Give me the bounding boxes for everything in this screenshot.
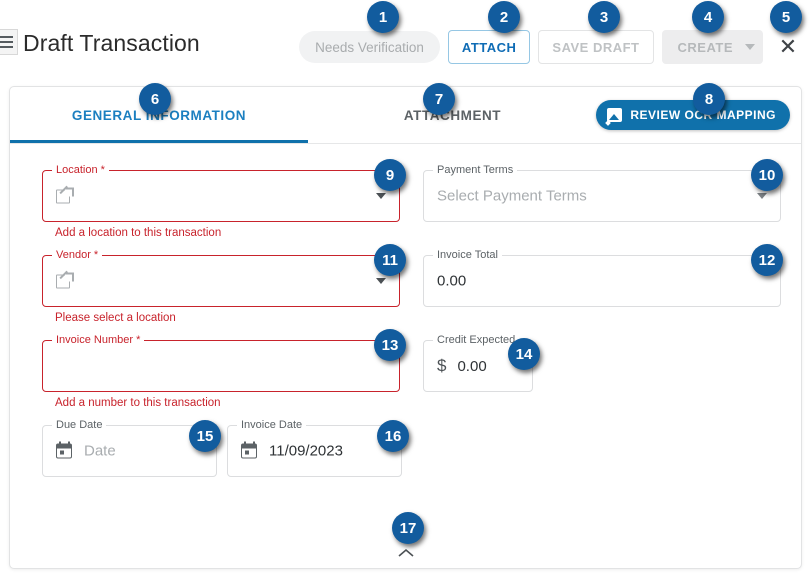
vendor-value (56, 270, 74, 290)
annotation-marker-12: 12 (751, 244, 783, 276)
invoice-date-input-box[interactable]: Invoice Date 11/09/2023 (227, 419, 402, 477)
annotation-marker-11: 11 (374, 244, 406, 276)
app-header: Draft Transaction Needs Verification ATT… (0, 0, 811, 82)
invoice-date-value-wrap: 11/09/2023 (241, 441, 343, 460)
vendor-label: Vendor * (52, 249, 103, 261)
status-badge: Needs Verification (299, 31, 440, 63)
annotation-marker-14: 14 (508, 338, 540, 370)
payment-terms-label: Payment Terms (433, 164, 518, 176)
annotation-marker-9: 9 (374, 159, 406, 191)
annotation-marker-17: 17 (392, 512, 424, 544)
annotation-marker-4: 4 (692, 1, 724, 33)
invoice-total-value: 0.00 (437, 272, 467, 290)
currency-symbol: $ (437, 356, 447, 375)
vendor-helper-text: Please select a location (55, 312, 176, 324)
invoice-number-helper-text: Add a number to this transaction (55, 397, 221, 409)
invoice-number-label: Invoice Number * (52, 334, 145, 346)
invoice-total-field[interactable]: Invoice Total 0.00 (423, 249, 781, 307)
due-date-value: Date (56, 441, 116, 460)
credit-expected-value: $ 0.00 (437, 356, 487, 376)
external-link-icon[interactable] (56, 270, 74, 290)
save-draft-button[interactable]: SAVE DRAFT (538, 30, 654, 64)
payment-terms-field[interactable]: Payment Terms Select Payment Terms (423, 164, 781, 222)
annotation-marker-6: 6 (139, 83, 171, 115)
annotation-marker-5: 5 (770, 1, 802, 33)
credit-expected-amount: 0.00 (457, 357, 487, 375)
transaction-draft-screen: Draft Transaction Needs Verification ATT… (0, 0, 811, 580)
chevron-up-icon (397, 548, 414, 557)
invoice-date-value: 11/09/2023 (269, 442, 343, 460)
tab-bar: GENERAL INFORMATION ATTACHMENT REVIEW OC… (10, 87, 801, 144)
invoice-number-input-box[interactable]: Invoice Number * (42, 334, 400, 392)
annotation-marker-13: 13 (374, 329, 406, 361)
annotation-marker-7: 7 (423, 83, 455, 115)
create-button[interactable]: CREATE (661, 30, 763, 64)
attach-button[interactable]: ATTACH (447, 30, 531, 64)
annotation-marker-16: 16 (377, 420, 409, 452)
annotation-marker-1: 1 (367, 1, 399, 33)
external-link-icon[interactable] (56, 185, 74, 205)
invoice-total-label: Invoice Total (433, 249, 502, 261)
payment-terms-placeholder: Select Payment Terms (437, 187, 587, 205)
page-title: Draft Transaction (23, 30, 200, 56)
header-actions: Needs Verification ATTACH SAVE DRAFT CRE… (299, 30, 803, 64)
create-button-label: CREATE (677, 39, 733, 55)
general-information-form: Location * Add a location to this transa… (10, 144, 801, 569)
calendar-icon[interactable] (56, 441, 73, 460)
hamburger-bar (0, 46, 13, 48)
collapse-section-toggle[interactable] (391, 543, 421, 563)
hamburger-bar (0, 41, 13, 43)
due-date-label: Due Date (52, 419, 107, 431)
chevron-down-icon[interactable] (757, 193, 767, 199)
invoice-date-field[interactable]: Invoice Date 11/09/2023 (227, 419, 402, 477)
location-label: Location * (52, 164, 109, 176)
hamburger-bar (0, 36, 13, 38)
annotation-marker-3: 3 (588, 1, 620, 33)
location-input-box[interactable]: Location * (42, 164, 400, 222)
chevron-down-icon[interactable] (745, 44, 755, 50)
due-date-placeholder: Date (84, 442, 116, 460)
invoice-number-field[interactable]: Invoice Number * Add a number to this tr… (42, 334, 400, 409)
chevron-down-icon[interactable] (376, 193, 386, 199)
location-helper-text: Add a location to this transaction (55, 227, 222, 239)
hamburger-icon[interactable] (0, 29, 18, 55)
payment-terms-input-box[interactable]: Payment Terms Select Payment Terms (423, 164, 781, 222)
location-value (56, 185, 74, 205)
vendor-field[interactable]: Vendor * Please select a location (42, 249, 400, 324)
close-button[interactable]: ✕ (773, 32, 803, 62)
image-comment-icon (607, 108, 623, 122)
annotation-marker-2: 2 (488, 1, 520, 33)
calendar-icon[interactable] (241, 441, 258, 460)
transaction-card: GENERAL INFORMATION ATTACHMENT REVIEW OC… (9, 86, 802, 569)
credit-expected-label: Credit Expected (433, 334, 520, 346)
vendor-input-box[interactable]: Vendor * (42, 249, 400, 307)
chevron-down-icon[interactable] (376, 278, 386, 284)
location-field[interactable]: Location * Add a location to this transa… (42, 164, 400, 239)
annotation-marker-10: 10 (751, 159, 783, 191)
invoice-total-input-box[interactable]: Invoice Total 0.00 (423, 249, 781, 307)
annotation-marker-8: 8 (693, 83, 725, 115)
invoice-date-label: Invoice Date (237, 419, 307, 431)
annotation-marker-15: 15 (189, 420, 221, 452)
active-tab-indicator (10, 140, 308, 143)
